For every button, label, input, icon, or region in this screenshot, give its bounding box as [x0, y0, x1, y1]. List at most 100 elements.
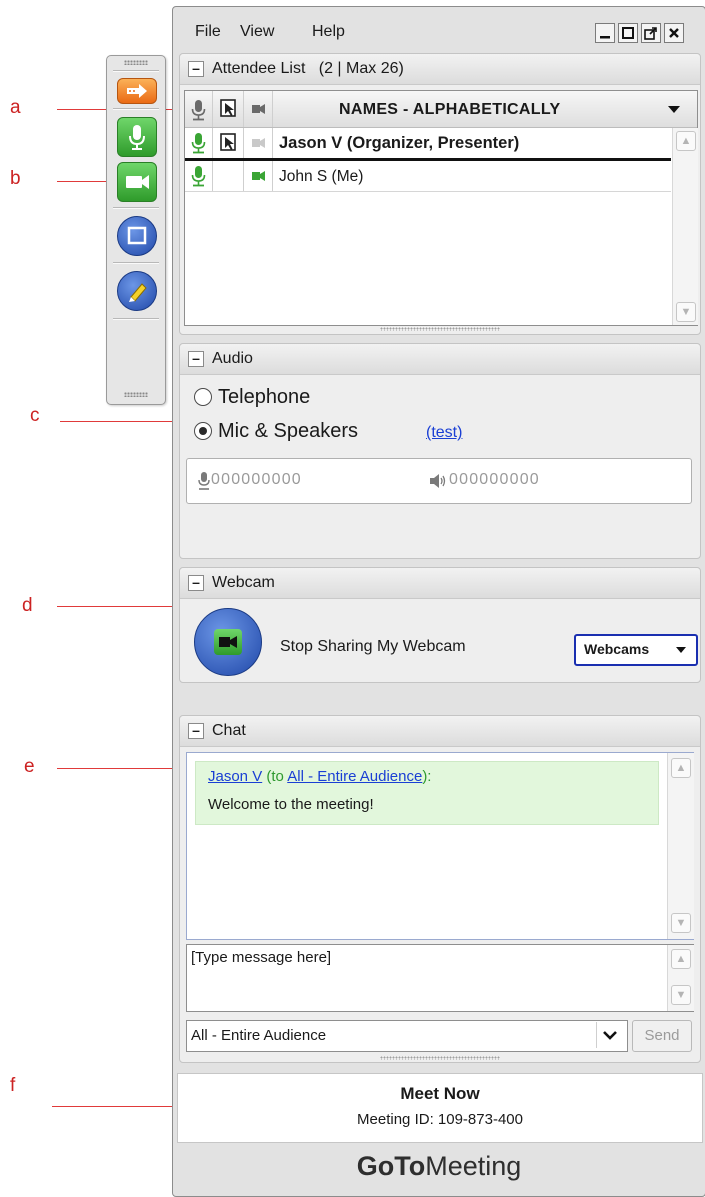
maximize-button[interactable] [618, 23, 638, 43]
mic-icon [191, 100, 206, 121]
attendee-name: Jason V (Organizer, Presenter) [279, 134, 520, 152]
presenter-column-header[interactable] [213, 91, 244, 127]
webcam-icon [252, 104, 265, 114]
audio-title: Audio [212, 350, 253, 367]
telephone-option[interactable]: Telephone [194, 386, 514, 410]
telephone-label: Telephone [218, 386, 311, 408]
attendee-table: NAMES - ALPHABETICALLY Jason V (Organize… [184, 90, 698, 326]
mic-toggle-button[interactable] [117, 117, 157, 157]
send-label: Send [644, 1027, 680, 1044]
scroll-up-icon[interactable]: ▲ [671, 758, 691, 778]
gotomeeting-control-panel: File View Help – Attendee List (2 | Max … [172, 6, 705, 1197]
webcam-panel: – Webcam Stop Sharing My Webcam Webcams [179, 567, 701, 683]
webcam-header: – Webcam [180, 568, 700, 599]
chat-message-input[interactable]: [Type message here] ▲ ▼ [186, 944, 694, 1012]
callout-a: a [10, 97, 21, 118]
toolbar-divider [113, 262, 159, 264]
attendee-scrollbar[interactable]: ▲ ▼ [672, 128, 698, 325]
attendee-webcam-cell [244, 128, 273, 158]
webcam-icon [252, 171, 265, 181]
chat-message: Jason V (to All - Entire Audience): Welc… [195, 761, 659, 825]
webcam-collapse-button[interactable]: – [188, 575, 204, 591]
send-button[interactable]: Send [632, 1020, 692, 1052]
mic-column-header[interactable] [185, 91, 213, 127]
scroll-down-icon[interactable]: ▼ [671, 985, 691, 1005]
attendee-webcam-cell [244, 161, 273, 191]
drawing-tools-button[interactable] [117, 271, 157, 311]
scroll-down-icon[interactable]: ▼ [671, 913, 691, 933]
audio-collapse-button[interactable]: – [188, 351, 204, 367]
chat-log-scrollbar[interactable]: ▲ ▼ [667, 753, 694, 939]
scroll-up-icon[interactable]: ▲ [676, 131, 696, 151]
attendee-row[interactable]: Jason V (Organizer, Presenter) [185, 128, 671, 161]
chat-recipient-select[interactable]: All - Entire Audience [186, 1020, 628, 1052]
attendee-row[interactable]: John S (Me) [185, 161, 671, 192]
webcam-column-header[interactable] [244, 91, 273, 127]
chat-input-placeholder: [Type message here] [191, 949, 332, 966]
maximize-icon [622, 27, 634, 39]
toolbar-divider [113, 70, 159, 72]
panel-resize-grip[interactable] [380, 327, 500, 331]
attendee-list-heading: Attendee List (2 | Max 26) [212, 60, 404, 78]
speaker-level-meter: 000000000 [449, 471, 540, 488]
callout-c: c [30, 405, 40, 426]
logo-meeting: Meeting [425, 1151, 522, 1181]
toolbar-grip-top[interactable] [124, 60, 148, 65]
webcam-toggle-button[interactable] [117, 162, 157, 202]
webcams-label: Webcams [584, 641, 650, 657]
screen-share-button[interactable] [117, 216, 157, 256]
chat-recipient-dropdown-button[interactable] [596, 1022, 623, 1048]
panel-resize-grip[interactable] [380, 1056, 500, 1060]
menu-view[interactable]: View [240, 23, 274, 41]
attendee-collapse-button[interactable]: – [188, 61, 204, 77]
attendee-list-panel: – Attendee List (2 | Max 26) NAMES - ALP… [179, 53, 701, 335]
telephone-radio[interactable] [194, 388, 212, 406]
audio-test-link[interactable]: (test) [426, 424, 462, 442]
chevron-down-icon [603, 1031, 617, 1040]
attendee-table-header: NAMES - ALPHABETICALLY [185, 91, 697, 128]
mic-speakers-radio[interactable] [194, 422, 212, 440]
stop-sharing-webcam-label[interactable]: Stop Sharing My Webcam [280, 638, 466, 656]
chat-title: Chat [212, 722, 246, 739]
chat-sender-link[interactable]: Jason V [208, 768, 262, 785]
highlighter-icon [129, 283, 147, 302]
chat-input-scrollbar[interactable]: ▲ ▼ [667, 945, 694, 1011]
toolbar-grip-bottom[interactable] [124, 392, 148, 397]
webcam-share-button[interactable] [194, 608, 262, 676]
chat-collapse-button[interactable]: – [188, 723, 204, 739]
callout-b: b [10, 168, 21, 189]
control-panel-toolbar [106, 55, 166, 405]
menu-help[interactable]: Help [312, 23, 345, 41]
scroll-up-icon[interactable]: ▲ [671, 949, 691, 969]
webcams-dropdown-button[interactable]: Webcams [574, 634, 698, 666]
chat-message-text: Welcome to the meeting! [208, 796, 374, 813]
attendee-name: John S (Me) [279, 168, 364, 185]
mic-speakers-option[interactable]: Mic & Speakers (test) [194, 420, 514, 444]
minimize-button[interactable] [595, 23, 615, 43]
close-button[interactable] [664, 23, 684, 43]
attendee-list-header: – Attendee List (2 | Max 26) [180, 54, 700, 85]
scroll-down-icon[interactable]: ▼ [676, 302, 696, 322]
popout-icon [644, 27, 657, 40]
chat-to-suffix: ): [422, 768, 432, 785]
chat-recipient-link[interactable]: All - Entire Audience [287, 768, 422, 785]
attendee-list-title: Attendee List [212, 60, 306, 77]
chat-recipient-value: All - Entire Audience [191, 1027, 327, 1044]
webcam-icon [126, 175, 149, 189]
sort-dropdown[interactable]: NAMES - ALPHABETICALLY [273, 91, 697, 127]
webcam-title: Webcam [212, 574, 275, 591]
audio-panel: – Audio Telephone Mic & Speakers (test) … [179, 343, 701, 559]
meeting-id: Meeting ID: 109-873-400 [357, 1111, 523, 1128]
mic-icon [191, 133, 206, 154]
mic-level-icon [198, 472, 210, 490]
callout-d: d [22, 595, 33, 616]
chat-log: Jason V (to All - Entire Audience): Welc… [186, 752, 694, 940]
logo-goto: GoTo [356, 1151, 426, 1181]
attendee-count: (2 | Max 26) [318, 60, 404, 77]
close-icon [669, 28, 679, 38]
presenter-icon [220, 133, 236, 151]
menu-file[interactable]: File [195, 23, 221, 41]
popout-button[interactable] [641, 23, 661, 43]
hide-control-panel-button[interactable] [117, 78, 157, 104]
minimize-icon [600, 36, 610, 39]
